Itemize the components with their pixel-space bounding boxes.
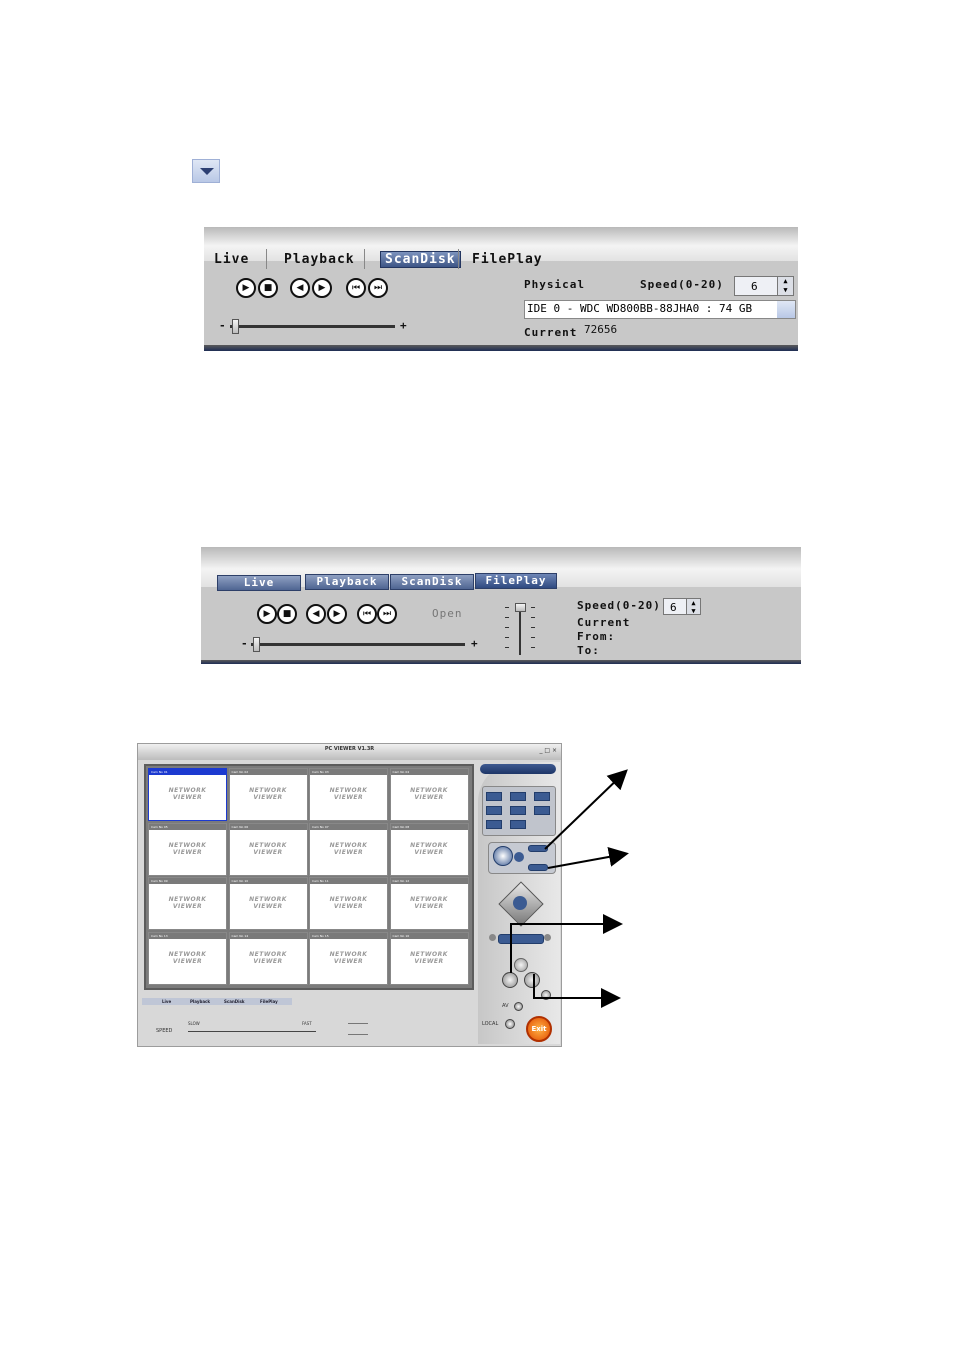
arrow-4 <box>533 974 621 1008</box>
arrow-2 <box>547 847 629 869</box>
arrow-1 <box>544 769 628 850</box>
arrow-3 <box>510 914 623 973</box>
annotation-arrows <box>510 769 629 1008</box>
